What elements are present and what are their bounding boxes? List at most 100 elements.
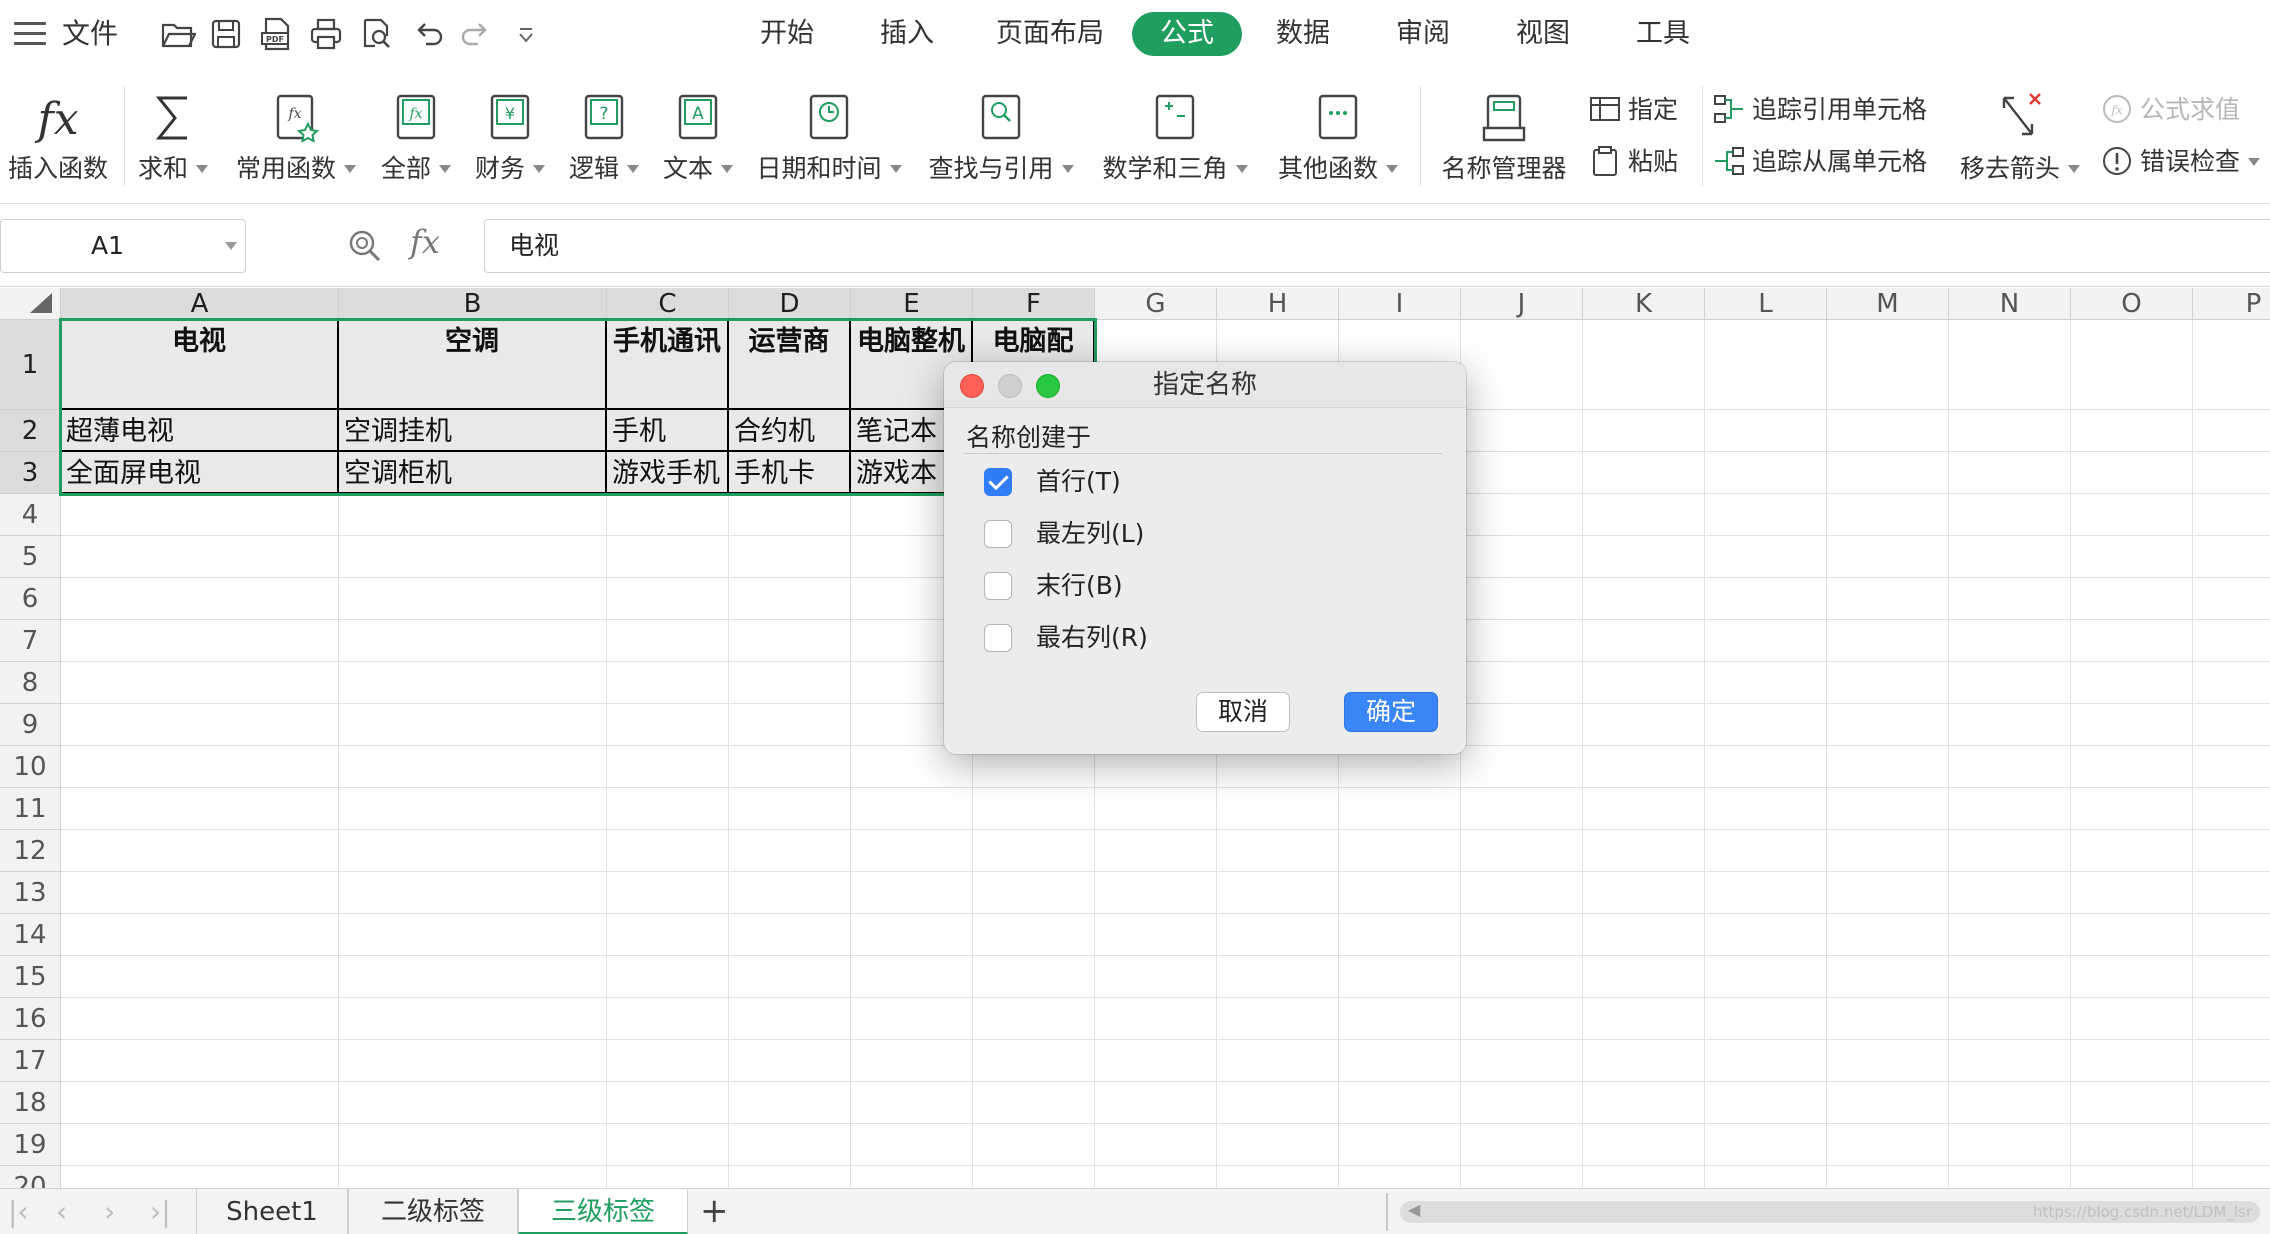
menu-icon[interactable] xyxy=(14,22,46,46)
paste-name-button[interactable]: 粘贴 xyxy=(1588,142,1678,182)
cell-D1[interactable]: 运营商 xyxy=(729,320,851,410)
cell-A2[interactable]: 超薄电视 xyxy=(61,410,339,452)
column-header-K[interactable]: K xyxy=(1583,288,1705,320)
cell-C3[interactable]: 游戏手机 xyxy=(607,452,729,494)
option-left-column[interactable]: 最左列(L) xyxy=(984,516,1144,552)
save-icon[interactable] xyxy=(208,16,244,52)
error-check-button[interactable]: 错误检查 xyxy=(2100,142,2261,182)
zoom-icon[interactable] xyxy=(346,227,384,265)
row-header-8[interactable]: 8 xyxy=(0,662,61,704)
row-header-1[interactable]: 1 xyxy=(0,320,61,410)
insert-function-button[interactable]: fx 插入函数 xyxy=(0,68,116,204)
column-header-H[interactable]: H xyxy=(1217,288,1339,320)
column-header-G[interactable]: G xyxy=(1095,288,1217,320)
folder-open-icon[interactable] xyxy=(160,16,197,52)
print-icon[interactable] xyxy=(308,16,344,52)
row-header-13[interactable]: 13 xyxy=(0,872,61,914)
tab-formulas[interactable]: 公式 xyxy=(1132,12,1242,56)
prev-sheet-icon[interactable]: ‹ xyxy=(56,1197,67,1227)
chevron-down-icon[interactable] xyxy=(225,242,237,250)
column-header-J[interactable]: J xyxy=(1461,288,1583,320)
cell-C1[interactable]: 手机通讯 xyxy=(607,320,729,410)
column-header-E[interactable]: E xyxy=(851,288,973,320)
trace-dependents-button[interactable]: 追踪从属单元格 xyxy=(1712,142,1927,182)
tab-view[interactable]: 视图 xyxy=(1508,12,1578,56)
row-header-2[interactable]: 2 xyxy=(0,410,61,452)
left-column-checkbox[interactable] xyxy=(984,520,1012,548)
row-header-20[interactable]: 20 xyxy=(0,1166,61,1188)
row-header-4[interactable]: 4 xyxy=(0,494,61,536)
row-header-17[interactable]: 17 xyxy=(0,1040,61,1082)
row-header-3[interactable]: 3 xyxy=(0,452,61,494)
formula-input[interactable]: 电视 xyxy=(484,219,2270,273)
trace-precedents-button[interactable]: 追踪引用单元格 xyxy=(1712,90,1927,130)
lookup-reference-button[interactable]: 查找与引用 xyxy=(926,68,1076,204)
add-sheet-button[interactable]: + xyxy=(700,1189,729,1233)
row-header-9[interactable]: 9 xyxy=(0,704,61,746)
row-header-6[interactable]: 6 xyxy=(0,578,61,620)
tab-page-layout[interactable]: 页面布局 xyxy=(990,12,1110,56)
text-button[interactable]: A 文本 xyxy=(654,68,742,204)
ok-button[interactable]: 确定 xyxy=(1344,692,1438,732)
option-right-column[interactable]: 最右列(R) xyxy=(984,620,1148,656)
undo-icon[interactable] xyxy=(410,16,446,52)
column-header-I[interactable]: I xyxy=(1339,288,1461,320)
column-header-B[interactable]: B xyxy=(339,288,607,320)
fx-icon[interactable]: fx xyxy=(410,223,440,261)
cell-D2[interactable]: 合约机 xyxy=(729,410,851,452)
cell-A1[interactable]: 电视 xyxy=(61,320,339,410)
customize-icon[interactable] xyxy=(508,16,544,52)
column-header-L[interactable]: L xyxy=(1705,288,1827,320)
row-header-15[interactable]: 15 xyxy=(0,956,61,998)
top-row-checkbox[interactable] xyxy=(984,468,1012,496)
tab-insert[interactable]: 插入 xyxy=(872,12,942,56)
row-header-16[interactable]: 16 xyxy=(0,998,61,1040)
sheet-tab-level3[interactable]: 三级标签 xyxy=(518,1189,688,1234)
pdf-icon[interactable]: PDF xyxy=(258,16,294,52)
row-header-18[interactable]: 18 xyxy=(0,1082,61,1124)
logic-button[interactable]: ? 逻辑 xyxy=(560,68,648,204)
remove-arrows-button[interactable]: 移去箭头 xyxy=(1954,68,2086,204)
column-header-A[interactable]: A xyxy=(61,288,339,320)
row-header-12[interactable]: 12 xyxy=(0,830,61,872)
cell-A3[interactable]: 全面屏电视 xyxy=(61,452,339,494)
column-header-O[interactable]: O xyxy=(2071,288,2193,320)
other-functions-button[interactable]: 其他函数 xyxy=(1272,68,1404,204)
finance-button[interactable]: ¥ 财务 xyxy=(466,68,554,204)
sheet-tab-sheet1[interactable]: Sheet1 xyxy=(196,1189,348,1234)
row-header-14[interactable]: 14 xyxy=(0,914,61,956)
cancel-button[interactable]: 取消 xyxy=(1196,692,1290,732)
scroll-left-icon[interactable]: ◀ xyxy=(1408,1200,1420,1219)
row-header-19[interactable]: 19 xyxy=(0,1124,61,1166)
cell-B1[interactable]: 空调 xyxy=(339,320,607,410)
option-top-row[interactable]: 首行(T) xyxy=(984,464,1121,500)
tab-tools[interactable]: 工具 xyxy=(1628,12,1698,56)
option-bottom-row[interactable]: 末行(B) xyxy=(984,568,1123,604)
bottom-row-checkbox[interactable] xyxy=(984,572,1012,600)
tab-data[interactable]: 数据 xyxy=(1268,12,1338,56)
specify-name-button[interactable]: 指定 xyxy=(1588,90,1678,130)
row-header-10[interactable]: 10 xyxy=(0,746,61,788)
column-header-P[interactable]: P xyxy=(2193,288,2270,320)
row-header-7[interactable]: 7 xyxy=(0,620,61,662)
print-preview-icon[interactable] xyxy=(358,16,394,52)
row-header-5[interactable]: 5 xyxy=(0,536,61,578)
evaluate-formula-button[interactable]: fx 公式求值 xyxy=(2100,90,2240,130)
first-sheet-icon[interactable]: |‹ xyxy=(8,1197,29,1227)
column-header-C[interactable]: C xyxy=(607,288,729,320)
tab-review[interactable]: 审阅 xyxy=(1388,12,1458,56)
file-menu[interactable]: 文件 xyxy=(62,14,118,54)
cell-C2[interactable]: 手机 xyxy=(607,410,729,452)
last-sheet-icon[interactable]: ›| xyxy=(150,1197,171,1227)
column-header-M[interactable]: M xyxy=(1827,288,1949,320)
cell-B3[interactable]: 空调柜机 xyxy=(339,452,607,494)
dialog-titlebar[interactable]: 指定名称 xyxy=(944,362,1466,408)
all-functions-button[interactable]: fx 全部 xyxy=(372,68,460,204)
sum-button[interactable]: 求和 xyxy=(130,68,216,204)
cell-D3[interactable]: 手机卡 xyxy=(729,452,851,494)
row-header-11[interactable]: 11 xyxy=(0,788,61,830)
date-time-button[interactable]: 日期和时间 xyxy=(754,68,904,204)
select-all-corner[interactable] xyxy=(0,288,61,320)
column-header-N[interactable]: N xyxy=(1949,288,2071,320)
common-functions-button[interactable]: fx 常用函数 xyxy=(230,68,362,204)
